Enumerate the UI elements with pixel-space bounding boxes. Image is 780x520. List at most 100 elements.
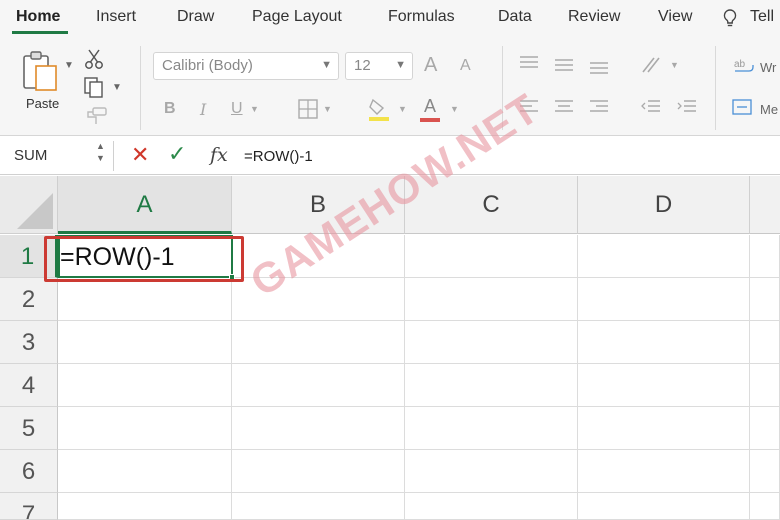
decrease-indent-icon[interactable] xyxy=(640,98,662,116)
underline-button[interactable]: U xyxy=(231,100,243,118)
cell-e5[interactable] xyxy=(750,407,780,450)
row-header-6[interactable]: 6 xyxy=(0,450,58,493)
tab-formulas[interactable]: Formulas xyxy=(388,8,455,26)
select-all-triangle-icon xyxy=(17,193,53,229)
cell-d2[interactable] xyxy=(578,278,750,321)
font-size-select[interactable]: 12 ▼ xyxy=(345,52,413,80)
tab-data[interactable]: Data xyxy=(498,8,532,26)
row-header-7[interactable]: 7 xyxy=(0,493,58,520)
row-header-3[interactable]: 3 xyxy=(0,321,58,364)
paste-icon[interactable] xyxy=(20,50,60,92)
tab-review[interactable]: Review xyxy=(568,8,620,26)
tab-insert[interactable]: Insert xyxy=(96,8,136,26)
cell-c6[interactable] xyxy=(405,450,578,493)
ribbon-home: ▼ Paste ▼ Calibri (Body) ▼ 12 ▼ A A B I … xyxy=(0,36,780,136)
increase-indent-icon[interactable] xyxy=(676,98,698,116)
cell-b7[interactable] xyxy=(232,493,405,520)
row-header-4[interactable]: 4 xyxy=(0,364,58,407)
text-orientation-icon[interactable] xyxy=(640,54,664,76)
tab-home[interactable]: Home xyxy=(16,8,60,26)
name-box-stepper[interactable]: ▲ ▼ xyxy=(96,140,105,164)
cell-d3[interactable] xyxy=(578,321,750,364)
insert-function-button[interactable]: fx xyxy=(210,144,228,166)
borders-dropdown-icon[interactable]: ▼ xyxy=(323,104,332,114)
cell-a5[interactable] xyxy=(58,407,232,450)
column-header-c[interactable]: C xyxy=(405,176,578,234)
enter-formula-button[interactable]: ✓ xyxy=(168,143,186,165)
cancel-formula-button[interactable]: ✕ xyxy=(131,144,149,166)
wrap-text-icon[interactable]: ab xyxy=(733,56,755,76)
cell-c2[interactable] xyxy=(405,278,578,321)
align-top-icon[interactable] xyxy=(518,54,540,72)
tab-view[interactable]: View xyxy=(658,8,692,26)
cell-a7[interactable] xyxy=(58,493,232,520)
tab-draw[interactable]: Draw xyxy=(177,8,214,26)
column-header-b[interactable]: B xyxy=(232,176,405,234)
cell-b3[interactable] xyxy=(232,321,405,364)
increase-font-size-button[interactable]: A xyxy=(424,54,437,77)
align-right-icon[interactable] xyxy=(588,98,610,116)
font-color-swatch xyxy=(420,118,440,122)
borders-icon[interactable] xyxy=(297,98,319,120)
cell-b2[interactable] xyxy=(232,278,405,321)
copy-icon[interactable] xyxy=(83,76,105,98)
tab-tell-me[interactable]: Tell xyxy=(750,8,774,26)
italic-button[interactable]: I xyxy=(200,100,206,119)
cell-e1[interactable] xyxy=(750,235,780,278)
cell-d6[interactable] xyxy=(578,450,750,493)
column-header-a[interactable]: A xyxy=(58,176,232,234)
cell-d7[interactable] xyxy=(578,493,750,520)
scissors-icon[interactable] xyxy=(84,48,104,70)
align-bottom-icon[interactable] xyxy=(588,58,610,76)
font-color-button[interactable]: A xyxy=(424,96,436,117)
orientation-dropdown-icon[interactable]: ▼ xyxy=(670,60,679,70)
cell-d1[interactable] xyxy=(578,235,750,278)
cell-a6[interactable] xyxy=(58,450,232,493)
align-center-icon[interactable] xyxy=(553,98,575,116)
cell-b5[interactable] xyxy=(232,407,405,450)
tab-page-layout[interactable]: Page Layout xyxy=(252,8,342,26)
align-left-icon[interactable] xyxy=(518,98,540,116)
align-middle-icon[interactable] xyxy=(553,56,575,74)
column-header-d[interactable]: D xyxy=(578,176,750,234)
paste-dropdown-icon[interactable]: ▼ xyxy=(64,60,74,71)
cell-c5[interactable] xyxy=(405,407,578,450)
formula-input[interactable] xyxy=(240,143,770,169)
cell-c3[interactable] xyxy=(405,321,578,364)
copy-dropdown-icon[interactable]: ▼ xyxy=(112,82,122,93)
lightbulb-icon[interactable] xyxy=(722,8,738,28)
fill-color-icon[interactable] xyxy=(367,96,391,122)
cell-e3[interactable] xyxy=(750,321,780,364)
column-header-e[interactable] xyxy=(750,176,780,234)
cell-d5[interactable] xyxy=(578,407,750,450)
annotation-highlight-box xyxy=(44,236,244,282)
cell-a4[interactable] xyxy=(58,364,232,407)
row-header-2[interactable]: 2 xyxy=(0,278,58,321)
cell-e7[interactable] xyxy=(750,493,780,520)
cell-d4[interactable] xyxy=(578,364,750,407)
decrease-font-size-button[interactable]: A xyxy=(460,57,471,75)
bold-button[interactable]: B xyxy=(164,100,176,118)
merge-center-icon[interactable] xyxy=(731,98,753,116)
cell-c4[interactable] xyxy=(405,364,578,407)
cell-e2[interactable] xyxy=(750,278,780,321)
fill-color-dropdown-icon[interactable]: ▼ xyxy=(398,104,407,114)
svg-text:ab: ab xyxy=(734,59,746,70)
wrap-text-label[interactable]: Wr xyxy=(760,60,776,75)
font-name-select[interactable]: Calibri (Body) ▼ xyxy=(153,52,339,80)
cell-a3[interactable] xyxy=(58,321,232,364)
font-color-dropdown-icon[interactable]: ▼ xyxy=(450,104,459,114)
underline-dropdown-icon[interactable]: ▼ xyxy=(250,104,259,114)
merge-center-label[interactable]: Me xyxy=(760,102,778,117)
cell-e6[interactable] xyxy=(750,450,780,493)
cell-a2[interactable] xyxy=(58,278,232,321)
cell-c1[interactable] xyxy=(405,235,578,278)
row-header-5[interactable]: 5 xyxy=(0,407,58,450)
cell-b1[interactable] xyxy=(232,235,405,278)
cell-c7[interactable] xyxy=(405,493,578,520)
select-all-button[interactable] xyxy=(0,176,58,234)
cell-b6[interactable] xyxy=(232,450,405,493)
cell-b4[interactable] xyxy=(232,364,405,407)
cell-e4[interactable] xyxy=(750,364,780,407)
format-painter-icon[interactable] xyxy=(84,106,108,126)
